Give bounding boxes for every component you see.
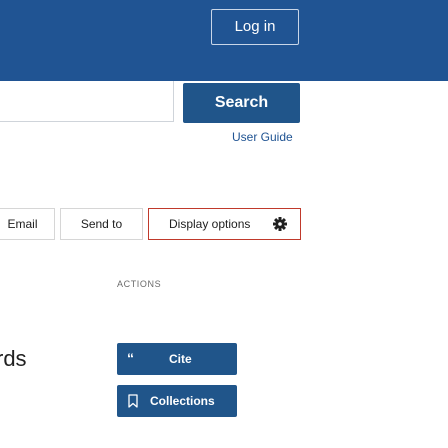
collections-label: Collections [150,394,215,408]
results-heading: rds [0,346,27,371]
gear-icon [273,217,287,231]
display-options-button[interactable]: Display options [148,208,301,240]
top-header-bar: Log in [0,0,448,81]
cite-button[interactable]: “ Cite [117,343,237,375]
actions-heading: ACTIONS [117,279,162,289]
search-button[interactable]: Search [183,83,300,123]
send-to-button[interactable]: Send to [60,208,143,240]
login-button[interactable]: Log in [211,9,299,45]
email-button[interactable]: Email [0,208,55,240]
cite-label: Cite [169,352,192,366]
quote-icon: “ [127,350,134,366]
collections-button[interactable]: Collections [117,385,237,417]
user-guide-link[interactable]: User Guide [232,130,293,144]
display-options-label: Display options [169,217,251,231]
search-input[interactable] [0,81,174,122]
bookmark-icon [128,394,138,408]
